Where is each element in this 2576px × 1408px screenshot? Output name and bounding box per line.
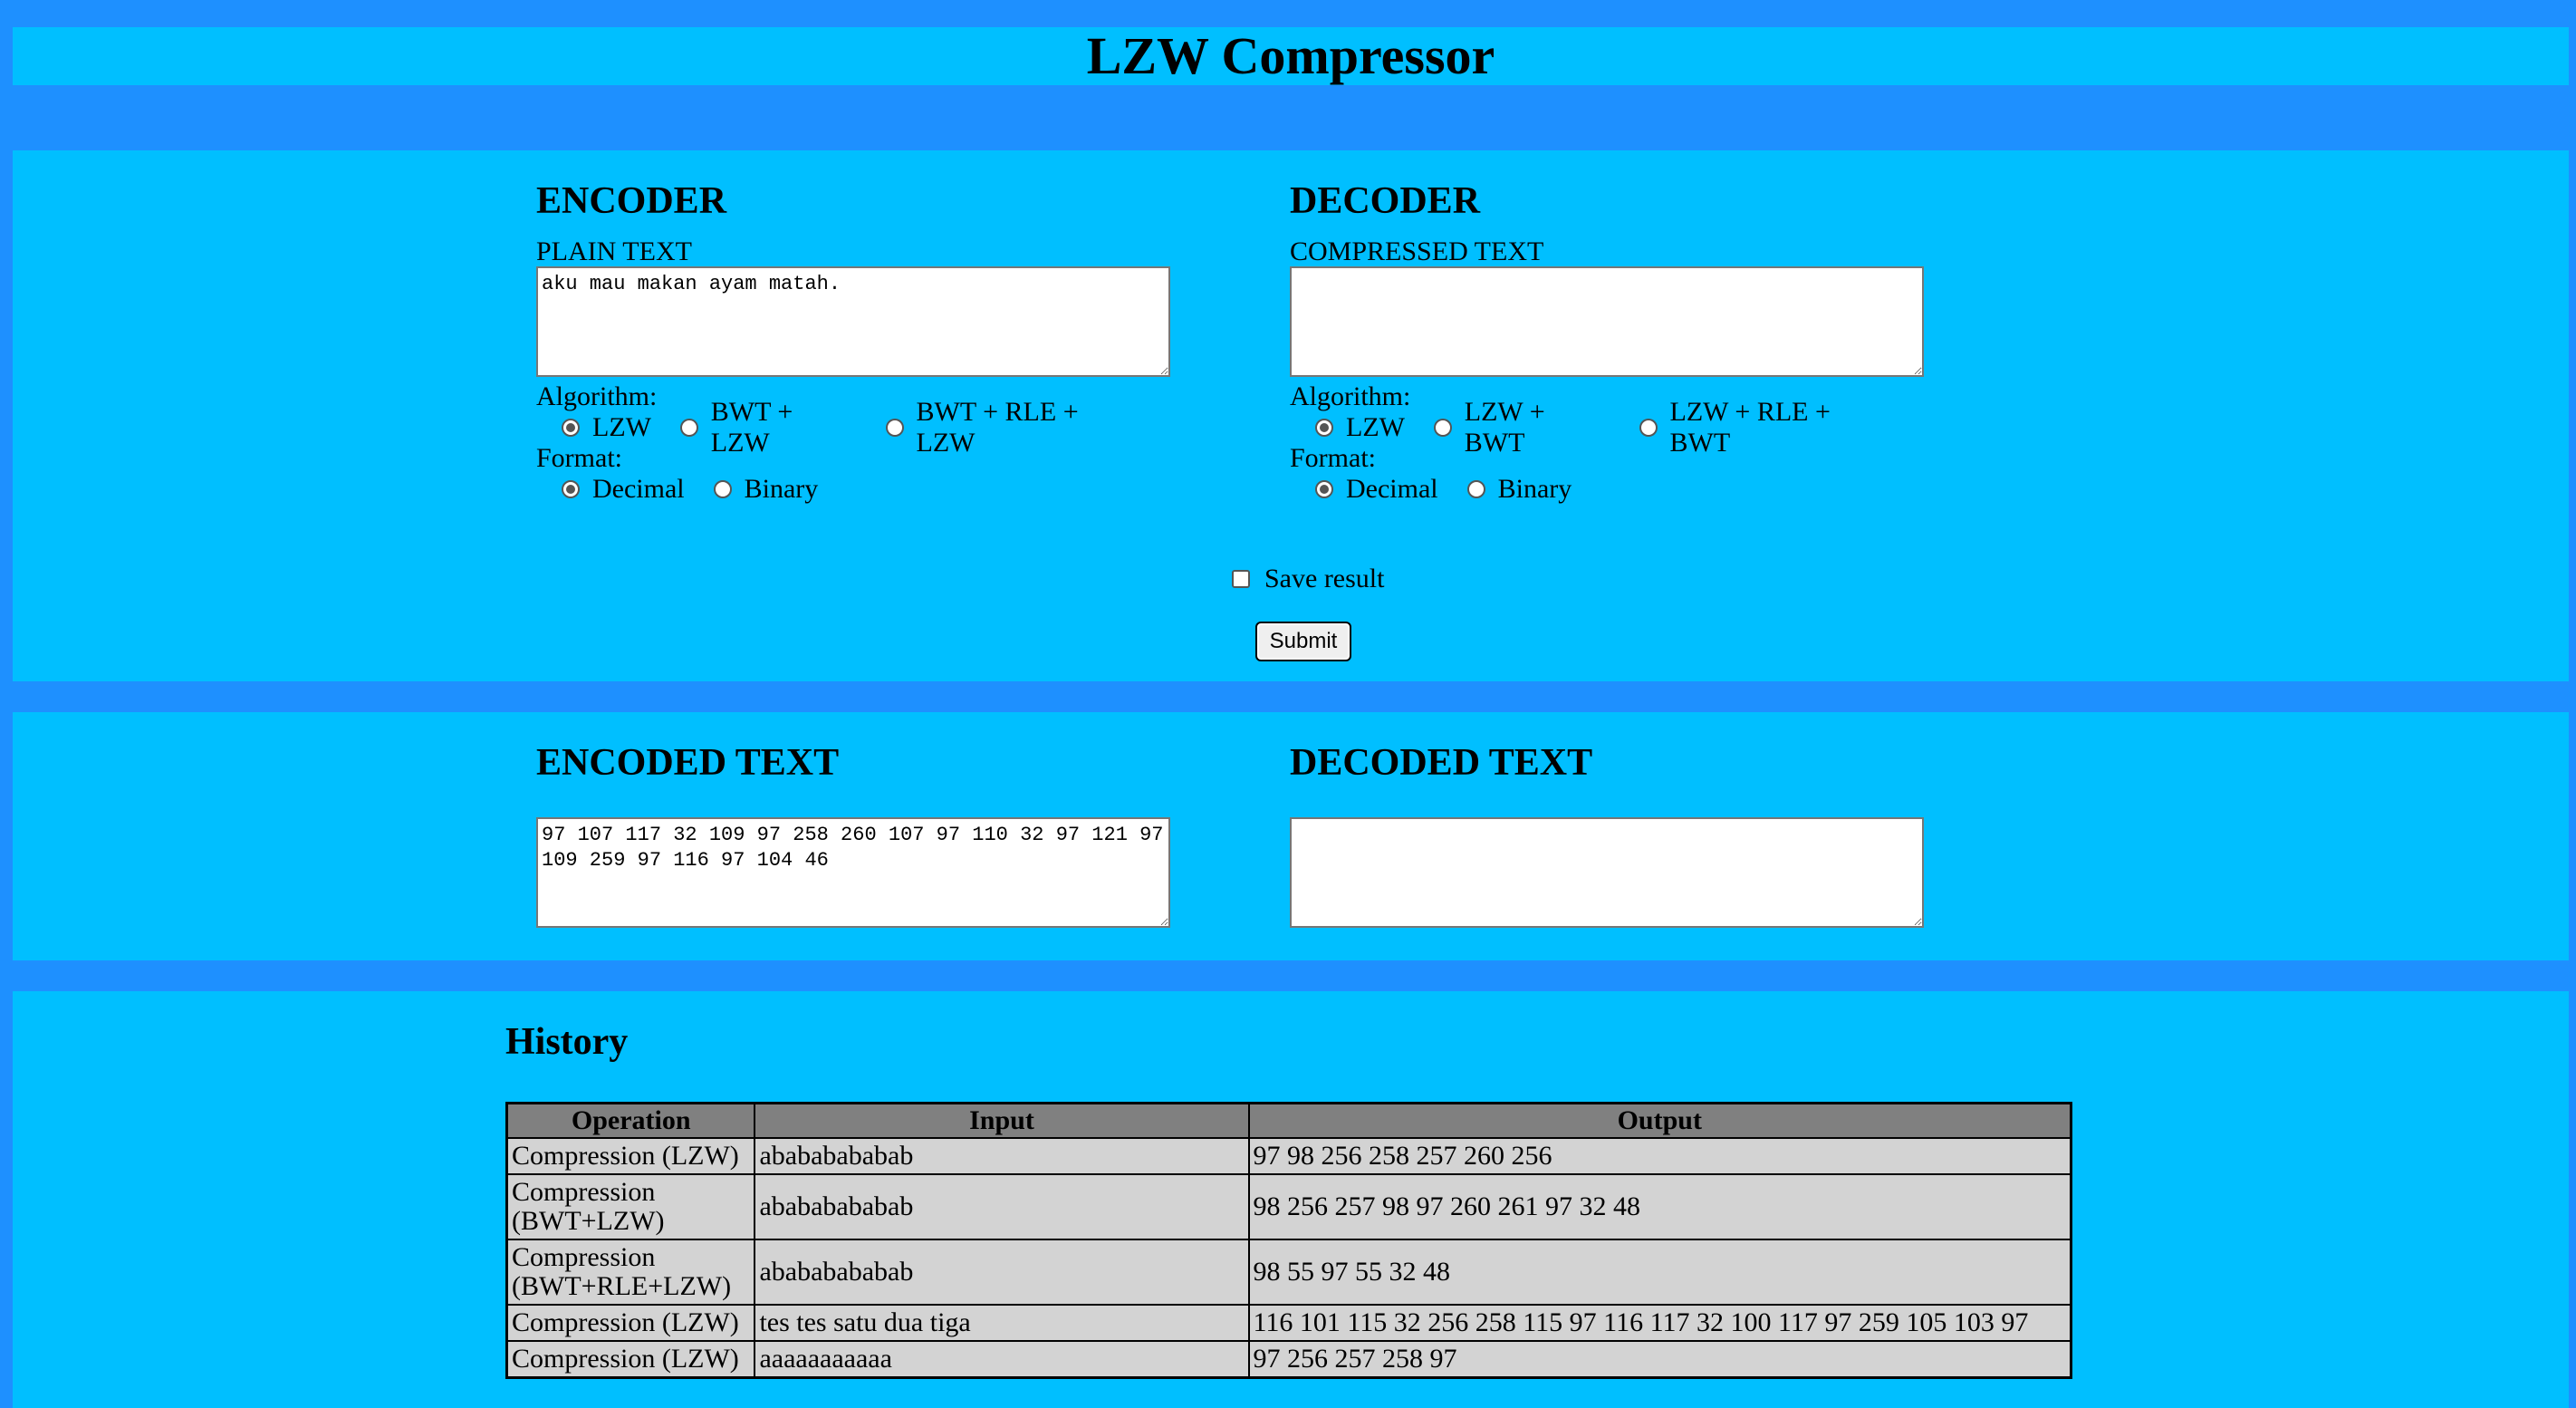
column-header-output: Output bbox=[1247, 1102, 2072, 1139]
radio-icon[interactable] bbox=[1315, 419, 1333, 437]
radio-label: LZW bbox=[592, 412, 651, 442]
decoded-section: DECODED TEXT bbox=[1290, 739, 1924, 928]
radio-icon[interactable] bbox=[1433, 419, 1452, 437]
radio-label: Binary bbox=[744, 474, 819, 504]
encoder-format-group: Decimal Binary bbox=[536, 473, 1170, 506]
decoder-heading: DECODER bbox=[1290, 180, 1481, 222]
compressed-text-input[interactable] bbox=[1290, 266, 1924, 377]
encoder-decoder-panel: ENCODER PLAIN TEXT aku mau makan ayam ma… bbox=[13, 150, 2569, 681]
plain-text-label: PLAIN TEXT bbox=[536, 236, 692, 266]
radio-label: BWT + RLE + LZW bbox=[916, 397, 1079, 458]
output-cell: 97 256 257 258 97 bbox=[1247, 1340, 2072, 1378]
output-cell: 97 98 256 258 257 260 256 bbox=[1247, 1137, 2072, 1175]
decoder-algorithm-group: LZW LZW + BWT LZW + RLE + BWT bbox=[1290, 397, 1924, 458]
table-row: Compression (LZW) tes tes satu dua tiga … bbox=[505, 1304, 2072, 1342]
decoder-format-option[interactable]: Decimal bbox=[1315, 474, 1438, 505]
column-header-operation: Operation bbox=[505, 1102, 756, 1139]
radio-label: LZW + BWT bbox=[1464, 397, 1545, 458]
encoder-algorithm-option[interactable]: LZW bbox=[562, 412, 651, 443]
operation-cell: Compression (BWT+RLE+LZW) bbox=[505, 1239, 756, 1306]
input-cell: aaaaaaaaaaa bbox=[754, 1340, 1250, 1378]
table-row: Compression (LZW) aaaaaaaaaaa 97 256 257… bbox=[505, 1340, 2072, 1378]
radio-icon[interactable] bbox=[562, 480, 580, 498]
radio-icon[interactable] bbox=[1466, 480, 1485, 498]
input-cell: abababababab bbox=[754, 1239, 1250, 1306]
app-title: LZW Compressor bbox=[1086, 26, 1495, 85]
encoder-format-option[interactable]: Decimal bbox=[562, 474, 685, 505]
radio-icon[interactable] bbox=[679, 419, 698, 437]
plain-text-input[interactable]: aku mau makan ayam matah. bbox=[536, 266, 1170, 377]
encoded-text-output[interactable]: 97 107 117 32 109 97 258 260 107 97 110 … bbox=[536, 817, 1170, 928]
history-panel: History Operation Input Output Compressi… bbox=[13, 991, 2569, 1408]
save-result-checkbox[interactable] bbox=[1232, 570, 1250, 588]
radio-icon[interactable] bbox=[1315, 480, 1333, 498]
encoder-algorithm-option[interactable]: BWT + LZW bbox=[679, 397, 857, 458]
radio-label: Decimal bbox=[1346, 474, 1438, 504]
history-heading: History bbox=[505, 1021, 629, 1063]
operation-cell: Compression (LZW) bbox=[505, 1304, 756, 1342]
decoder-algorithm-option[interactable]: LZW bbox=[1315, 412, 1405, 443]
header-panel: LZW Compressor bbox=[13, 27, 2569, 85]
operation-cell: Compression (LZW) bbox=[505, 1340, 756, 1378]
decoded-text-output[interactable] bbox=[1290, 817, 1924, 928]
input-cell: tes tes satu dua tiga bbox=[754, 1304, 1250, 1342]
table-row: Compression (BWT+LZW) abababababab 98 25… bbox=[505, 1173, 2072, 1240]
encoded-section: ENCODED TEXT 97 107 117 32 109 97 258 26… bbox=[536, 739, 1170, 928]
decoder-section: DECODER COMPRESSED TEXT Algorithm: LZW L… bbox=[1290, 178, 1924, 506]
decoded-heading: DECODED TEXT bbox=[1290, 742, 1593, 784]
radio-label: BWT + LZW bbox=[710, 397, 793, 458]
radio-label: LZW bbox=[1346, 412, 1405, 442]
decoder-format-group: Decimal Binary bbox=[1290, 473, 1924, 506]
radio-icon[interactable] bbox=[713, 480, 732, 498]
decoder-algorithm-option[interactable]: LZW + BWT bbox=[1433, 397, 1610, 458]
radio-icon[interactable] bbox=[1639, 419, 1658, 437]
encoded-heading: ENCODED TEXT bbox=[536, 742, 840, 784]
table-row: Compression (BWT+RLE+LZW) abababababab 9… bbox=[505, 1239, 2072, 1306]
save-result-option[interactable]: Save result bbox=[1232, 564, 1384, 594]
operation-cell: Compression (LZW) bbox=[505, 1137, 756, 1175]
output-cell: 98 55 97 55 32 48 bbox=[1247, 1239, 2072, 1306]
column-header-input: Input bbox=[754, 1102, 1250, 1139]
history-header-row: Operation Input Output bbox=[505, 1102, 2072, 1139]
history-table: Operation Input Output Compression (LZW)… bbox=[505, 1102, 2072, 1379]
save-result-label: Save result bbox=[1264, 564, 1385, 593]
radio-icon[interactable] bbox=[885, 419, 904, 437]
decoder-algorithm-option[interactable]: LZW + RLE + BWT bbox=[1639, 397, 1895, 458]
output-cell: 116 101 115 32 256 258 115 97 116 117 32… bbox=[1247, 1304, 2072, 1342]
output-cell: 98 256 257 98 97 260 261 97 32 48 bbox=[1247, 1173, 2072, 1240]
radio-label: LZW + RLE + BWT bbox=[1669, 397, 1831, 458]
table-row: Compression (LZW) abababababab 97 98 256… bbox=[505, 1137, 2072, 1175]
encoder-heading: ENCODER bbox=[536, 180, 727, 222]
input-cell: abababababab bbox=[754, 1173, 1250, 1240]
results-panel: ENCODED TEXT 97 107 117 32 109 97 258 26… bbox=[13, 712, 2569, 960]
submit-button[interactable]: Submit bbox=[1255, 622, 1351, 661]
encoder-section: ENCODER PLAIN TEXT aku mau makan ayam ma… bbox=[536, 178, 1170, 506]
operation-cell: Compression (BWT+LZW) bbox=[505, 1173, 756, 1240]
radio-icon[interactable] bbox=[562, 419, 580, 437]
encoder-format-option[interactable]: Binary bbox=[713, 474, 819, 505]
input-cell: abababababab bbox=[754, 1137, 1250, 1175]
radio-label: Binary bbox=[1497, 474, 1572, 504]
compressed-text-label: COMPRESSED TEXT bbox=[1290, 236, 1544, 266]
radio-label: Decimal bbox=[592, 474, 685, 504]
decoder-format-option[interactable]: Binary bbox=[1466, 474, 1572, 505]
encoder-algorithm-option[interactable]: BWT + RLE + LZW bbox=[885, 397, 1141, 458]
encoder-algorithm-group: LZW BWT + LZW BWT + RLE + LZW bbox=[536, 397, 1170, 458]
